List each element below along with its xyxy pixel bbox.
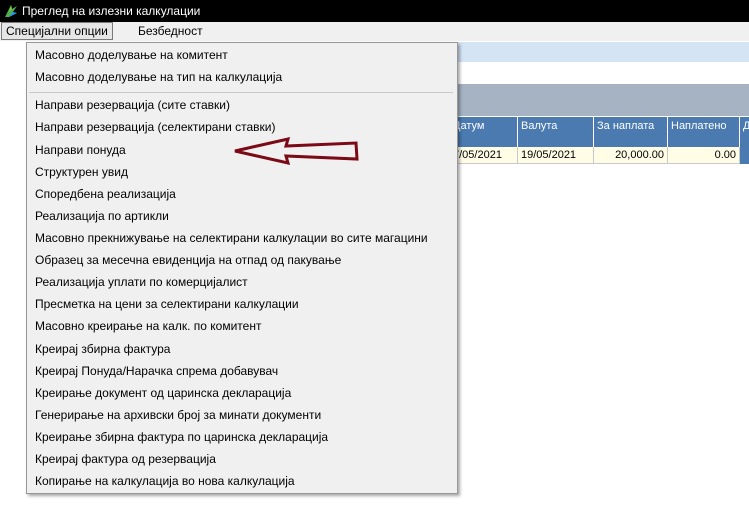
cell-to-pay[interactable]: 20,000.00	[594, 147, 668, 164]
cell-date[interactable]: 7/05/2021	[450, 147, 518, 164]
menu-item-comparative-realization[interactable]: Споредбена реализација	[35, 184, 176, 204]
menu-item-reserve-selected[interactable]: Направи резервација (селектирани ставки)	[35, 117, 275, 137]
menu-bar: Специјални опции Безбедност	[0, 22, 749, 41]
special-options-menu: Масовно доделување на комитент Масовно д…	[26, 42, 458, 494]
title-bar: Преглед на излезни калкулации	[0, 0, 749, 22]
filter-band	[456, 62, 749, 84]
column-header-date[interactable]: Датум	[450, 117, 518, 147]
menu-separator	[29, 92, 453, 93]
menu-item-make-offer[interactable]: Направи понуда	[35, 140, 126, 160]
menu-item-realization-by-articles[interactable]: Реализација по артикли	[35, 206, 169, 226]
arrow-annotation-icon	[234, 136, 359, 166]
window-title: Преглед на излезни калкулации	[22, 4, 201, 18]
menu-item-price-calc[interactable]: Пресметка на цени за селектирани калкула…	[35, 294, 299, 314]
toolbar-band	[456, 42, 749, 62]
app-icon	[5, 5, 17, 17]
cell-paid[interactable]: 0.00	[668, 147, 740, 164]
menu-special-options[interactable]: Специјални опции	[1, 22, 113, 40]
menu-item-mass-rebook[interactable]: Масовно прекнижување на селектирани калк…	[35, 228, 428, 248]
menu-item-collective-invoice-customs[interactable]: Креирање збирна фактура по царинска декл…	[35, 427, 328, 447]
menu-item-packaging-waste-form[interactable]: Образец за месечна евиденција на отпад о…	[35, 250, 341, 270]
column-header-d[interactable]: Д	[740, 117, 749, 147]
menu-security[interactable]: Безбедност	[134, 23, 207, 39]
menu-item-reserve-all[interactable]: Направи резервација (сите ставки)	[35, 95, 230, 115]
menu-item-structural-view[interactable]: Структурен увид	[35, 162, 128, 182]
group-panel	[456, 84, 749, 116]
menu-item-create-collective-invoice[interactable]: Креирај збирна фактура	[35, 339, 170, 359]
menu-item-doc-from-customs[interactable]: Креирање документ од царинска декларациј…	[35, 383, 291, 403]
column-header-currency[interactable]: Валута	[518, 117, 594, 147]
column-header-to-pay[interactable]: За наплата	[594, 117, 668, 147]
menu-item-copy-calculation[interactable]: Копирање на калкулација во нова калкулац…	[35, 471, 295, 491]
menu-item-assign-calc-type[interactable]: Масовно доделување на тип на калкулација	[35, 67, 282, 87]
menu-item-invoice-from-reservation[interactable]: Креирај фактура од резервација	[35, 449, 216, 469]
menu-item-payments-by-salesman[interactable]: Реализација уплати по комерцијалист	[35, 272, 248, 292]
cell-d[interactable]	[740, 147, 749, 164]
menu-item-create-supplier-order[interactable]: Креирај Понуда/Нарачка спрема добавувач	[35, 361, 278, 381]
column-header-paid[interactable]: Наплатено	[668, 117, 740, 147]
menu-item-archive-number[interactable]: Генерирање на архивски број за минати до…	[35, 405, 321, 425]
menu-item-mass-create-by-client[interactable]: Масовно креирање на калк. по комитент	[35, 316, 261, 336]
menu-item-assign-client[interactable]: Масовно доделување на комитент	[35, 45, 228, 65]
cell-currency-date[interactable]: 19/05/2021	[518, 147, 594, 164]
